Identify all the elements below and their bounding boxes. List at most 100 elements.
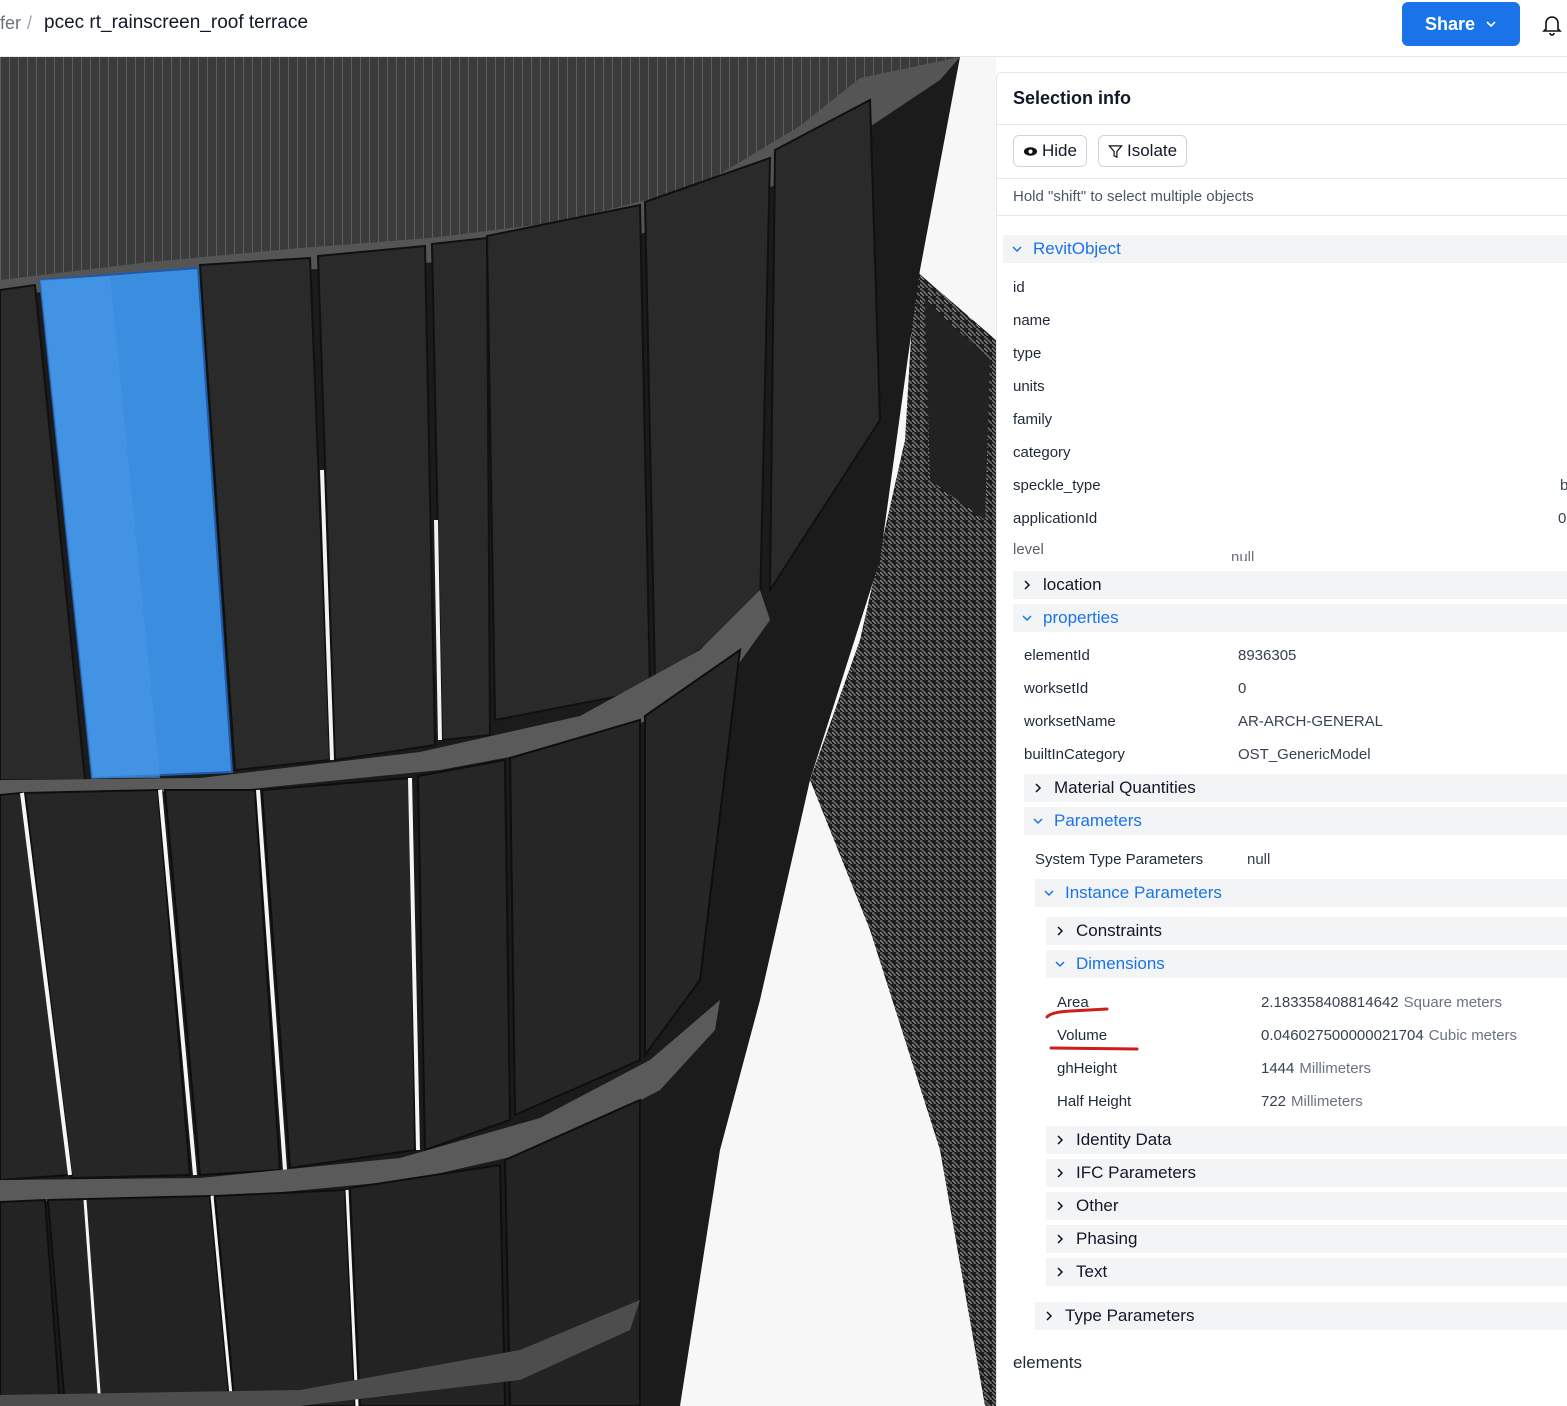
group-type-parameters[interactable]: Type Parameters [1035,1302,1567,1330]
eye-icon [1023,146,1038,156]
breadcrumb-separator: / [27,13,33,33]
chevron-right-icon [1057,1234,1064,1244]
divider [997,215,1567,216]
field-key: speckle_type [1013,476,1101,494]
group-dimensions[interactable]: Dimensions [1046,950,1567,978]
group-label: Phasing [1076,1229,1138,1248]
share-button-label: Share [1424,13,1476,34]
selection-info-panel: Selection info Hide Isolate Hold "shift"… [996,72,1567,1406]
isolate-button-label: Isolate [1127,141,1178,160]
group-label: IFC Parameters [1076,1163,1196,1182]
field-value: 1444 [1261,1059,1295,1077]
chevron-right-icon [1057,1168,1064,1178]
field-value: null [1231,549,1255,561]
multi-select-hint: Hold "shift" to select multiple objects [1013,188,1254,205]
field-key: family [1013,410,1053,428]
field-value: AR-ARCH-GENERAL [1238,712,1384,730]
model-title: pcec rt_rainscreen_roof terrace [44,12,309,33]
field-unit: Millimeters [1291,1092,1363,1110]
field-value-group: 2.183358408814642 Square meters [1261,994,1502,1011]
field-key: ghHeight [1057,1059,1118,1077]
group-identity-data[interactable]: Identity Data [1046,1126,1567,1154]
group-label: properties [1043,608,1119,627]
field-key: elements [1013,1353,1082,1372]
field-value: b [1560,476,1567,494]
group-label: Material Quantities [1054,778,1196,797]
chevron-right-icon [1024,580,1031,590]
field-value-group: 722 Millimeters [1261,1093,1363,1110]
field-key: worksetId [1024,679,1089,697]
field-row: worksetName AR-ARCH-GENERAL [1024,707,1567,735]
group-label: Other [1076,1196,1119,1215]
field-row: ghHeight 1444 Millimeters [1057,1054,1567,1082]
annotation-underline [1045,1007,1139,1051]
field-unit: Cubic meters [1428,1026,1518,1044]
field-key: elementId [1024,646,1090,664]
field-row: elements [1013,1349,1567,1377]
field-key: System Type Parameters [1035,850,1204,868]
chevron-down-icon [1055,961,1065,968]
group-label: Type Parameters [1065,1306,1195,1325]
divider [997,178,1567,179]
field-key: worksetName [1024,712,1116,730]
group-location[interactable]: location [1013,571,1567,599]
isolate-button[interactable]: Isolate [1098,135,1188,167]
field-key: applicationId [1013,509,1098,527]
field-row: elementId 8936305 [1024,641,1567,669]
chevron-right-icon [1057,926,1064,936]
field-key: level [1013,540,1044,558]
group-other[interactable]: Other [1046,1192,1567,1220]
group-label: Constraints [1076,921,1162,940]
bell-icon[interactable] [1540,12,1564,36]
field-row: units [1013,372,1567,400]
group-parameters[interactable]: Parameters [1024,807,1567,835]
field-row: name [1013,306,1567,334]
field-row: speckle_type b [1013,471,1567,499]
hide-button[interactable]: Hide [1013,135,1087,167]
field-key: id [1013,278,1025,296]
3d-viewer-canvas[interactable] [0,57,996,1406]
share-button[interactable]: Share [1402,2,1520,46]
chevron-down-icon [1044,890,1054,897]
group-text[interactable]: Text [1046,1258,1567,1286]
field-value: OST_GenericModel [1238,745,1371,763]
field-key: units [1013,377,1045,395]
field-value: 0 [1558,509,1567,527]
group-phasing[interactable]: Phasing [1046,1225,1567,1253]
field-key: Half Height [1057,1092,1132,1110]
chevron-right-icon [1035,783,1042,793]
group-label: RevitObject [1033,239,1121,258]
group-revit-object[interactable]: RevitObject [1003,235,1567,263]
group-label: Identity Data [1076,1130,1172,1149]
field-row: Half Height 722 Millimeters [1057,1087,1567,1115]
field-key: name [1013,311,1051,329]
field-row: type [1013,339,1567,367]
field-value: 8936305 [1238,646,1297,664]
group-material-quantities[interactable]: Material Quantities [1024,774,1567,802]
field-unit: Square meters [1403,993,1503,1011]
field-unit: Millimeters [1299,1059,1372,1077]
filter-icon [1108,144,1123,158]
field-value-group: 1444 Millimeters [1261,1060,1371,1077]
field-row: worksetId 0 [1024,674,1567,702]
field-value: 0.046027500000021704 [1261,1026,1424,1044]
chevron-right-icon [1046,1311,1053,1321]
group-ifc-parameters[interactable]: IFC Parameters [1046,1159,1567,1187]
group-constraints[interactable]: Constraints [1046,917,1567,945]
hide-button-label: Hide [1042,141,1077,160]
field-row: level null [1013,537,1567,562]
breadcrumb-previous[interactable]: fer [0,13,21,34]
chevron-right-icon [1057,1201,1064,1211]
field-row: builtInCategory OST_GenericModel [1024,740,1567,768]
field-row: applicationId 0 [1013,504,1567,532]
chevron-down-icon [1486,21,1496,28]
field-row: category [1013,438,1567,466]
field-row: family [1013,405,1567,433]
chevron-right-icon [1057,1267,1064,1277]
top-bar: fer / pcec rt_rainscreen_roof terrace Sh… [0,0,1567,57]
divider [997,124,1567,125]
group-label: Instance Parameters [1065,883,1222,902]
group-properties[interactable]: properties [1013,604,1567,632]
field-row: id [1013,273,1567,301]
group-instance-parameters[interactable]: Instance Parameters [1035,879,1567,907]
